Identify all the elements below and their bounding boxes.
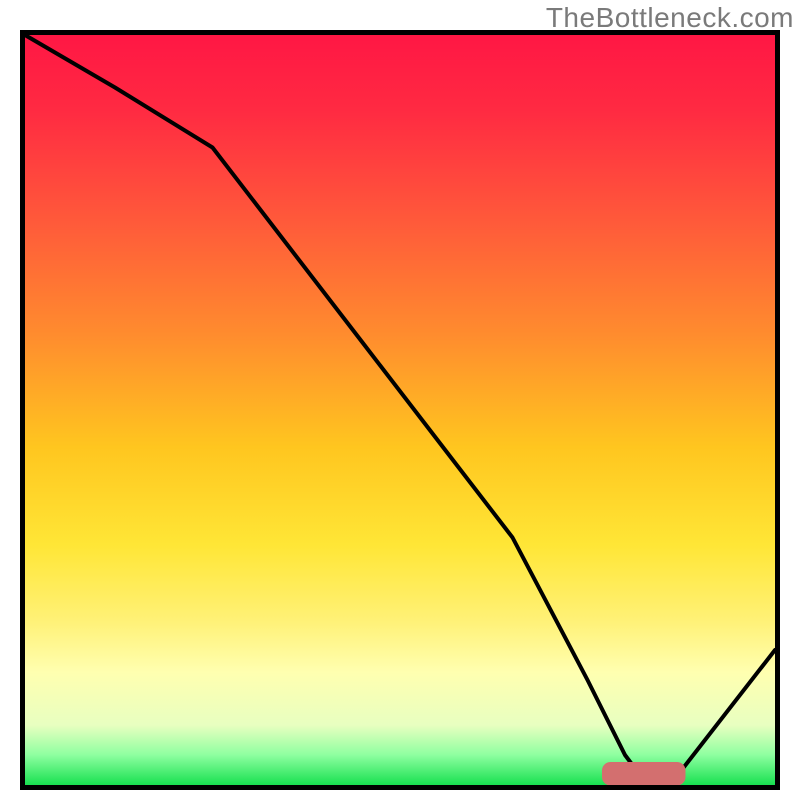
gradient-background [25,35,775,785]
chart-svg [25,35,775,785]
optimal-range-marker [603,763,686,786]
plot-area [20,30,780,790]
chart-frame: TheBottleneck.com [0,0,800,800]
